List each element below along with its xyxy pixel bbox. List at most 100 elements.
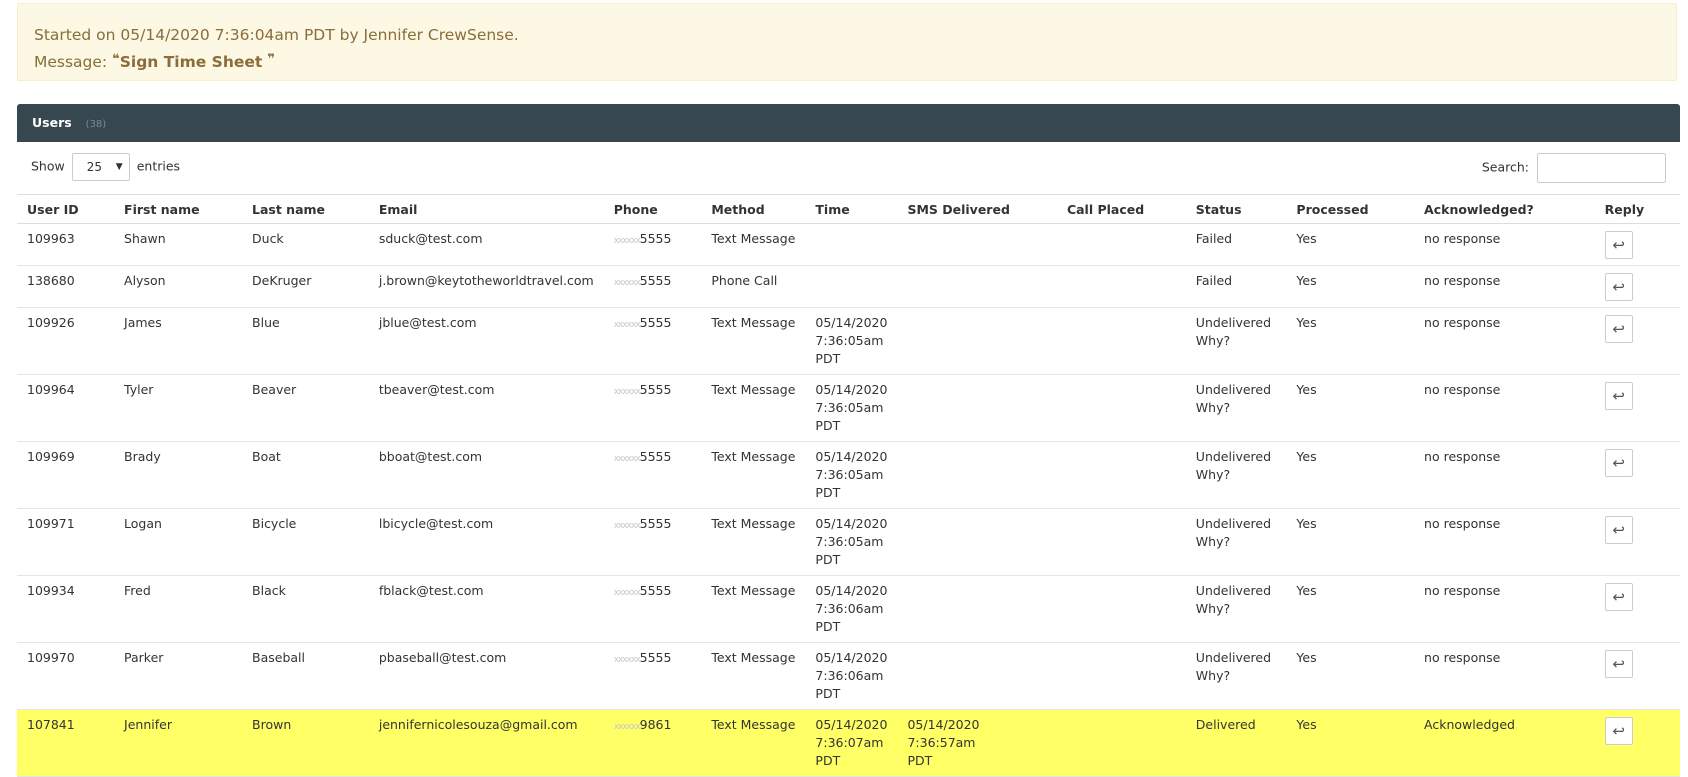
phone-last-digits: 9861 — [639, 717, 672, 732]
reply-button[interactable]: ↩ — [1604, 717, 1633, 745]
cell-call-placed — [1056, 441, 1186, 509]
time-date: 05/14/2020 — [815, 717, 888, 732]
col-status[interactable]: Status — [1185, 194, 1287, 224]
cell-processed: Yes — [1286, 374, 1415, 442]
cell-method: Text Message — [701, 307, 806, 375]
why-link[interactable]: Why? — [1196, 332, 1277, 350]
phone-last-digits: 5555 — [639, 382, 672, 397]
col-time[interactable]: Time — [805, 194, 898, 224]
time-clock: 7:36:06am — [815, 668, 884, 683]
cell-first-name: Alyson — [114, 265, 243, 308]
cell-call-placed — [1056, 374, 1186, 442]
time-date: 05/14/2020 — [815, 449, 888, 464]
reply-button[interactable]: ↩ — [1604, 650, 1633, 678]
cell-acknowledged: Acknowledged — [1414, 709, 1595, 777]
cell-processed: Yes — [1286, 441, 1415, 509]
time-date: 05/14/2020 — [815, 650, 888, 665]
cell-time — [805, 265, 898, 308]
col-last-name[interactable]: Last name — [242, 194, 369, 224]
table-row: 109970 Parker Baseball pbaseball@test.co… — [17, 642, 1680, 710]
status-text: Undelivered — [1195, 449, 1272, 464]
cell-sms-delivered — [897, 307, 1057, 375]
cell-email: pbaseball@test.com — [368, 642, 604, 710]
cell-acknowledged: no response — [1414, 307, 1595, 375]
cell-user-id: 109964 — [17, 374, 115, 442]
phone-mask: xxxxxx — [613, 655, 641, 665]
phone-mask: xxxxxx — [613, 320, 641, 330]
cell-method: Text Message — [701, 374, 806, 442]
cell-method: Text Message — [701, 508, 806, 576]
cell-reply: ↩ — [1594, 223, 1680, 266]
cell-last-name: Boat — [242, 441, 369, 509]
cell-phone: xxxxxx5555 — [603, 374, 702, 442]
cell-processed: Yes — [1286, 508, 1415, 576]
why-link[interactable]: Why? — [1196, 399, 1277, 417]
col-call-placed[interactable]: Call Placed — [1056, 194, 1186, 224]
cell-acknowledged: no response — [1414, 575, 1595, 643]
cell-reply: ↩ — [1594, 265, 1680, 308]
status-text: Undelivered — [1195, 516, 1272, 531]
cell-last-name: Blue — [242, 307, 369, 375]
phone-mask: xxxxxx — [613, 521, 641, 531]
phone-last-digits: 5555 — [639, 650, 672, 665]
col-user-id[interactable]: User ID — [17, 194, 115, 224]
time-zone: PDT — [815, 351, 841, 366]
col-method[interactable]: Method — [701, 194, 806, 224]
reply-icon: ↩ — [1612, 387, 1625, 405]
message-line: Message: ❝Sign Time Sheet ❞ — [34, 49, 1660, 76]
cell-reply: ↩ — [1594, 709, 1680, 777]
entries-label: entries — [136, 158, 181, 174]
cell-acknowledged: no response — [1414, 508, 1595, 576]
cell-method: Text Message — [701, 575, 806, 643]
cell-last-name: DeKruger — [242, 265, 369, 308]
cell-user-id: 109963 — [17, 223, 115, 266]
col-phone[interactable]: Phone — [603, 194, 702, 224]
time-clock: 7:36:05am — [815, 400, 884, 415]
cell-sms-delivered — [897, 441, 1057, 509]
cell-phone: xxxxxx5555 — [603, 508, 702, 576]
cell-call-placed — [1056, 642, 1186, 710]
why-link[interactable]: Why? — [1196, 533, 1277, 551]
cell-last-name: Black — [242, 575, 369, 643]
reply-button[interactable]: ↩ — [1604, 449, 1633, 477]
reply-button[interactable]: ↩ — [1604, 516, 1633, 544]
cell-processed: Yes — [1286, 709, 1415, 777]
cell-status: Undelivered Why? — [1185, 374, 1287, 442]
cell-user-id: 109970 — [17, 642, 115, 710]
phone-mask: xxxxxx — [613, 387, 641, 397]
search-input[interactable] — [1537, 153, 1666, 183]
col-email[interactable]: Email — [368, 194, 604, 224]
reply-icon: ↩ — [1612, 278, 1625, 296]
cell-call-placed — [1056, 307, 1186, 375]
cell-reply: ↩ — [1594, 441, 1680, 509]
time-zone: PDT — [815, 552, 841, 567]
cell-method: Text Message — [701, 642, 806, 710]
reply-button[interactable]: ↩ — [1604, 382, 1633, 410]
table-row: 107841 Jennifer Brown jennifernicolesouz… — [17, 709, 1680, 777]
col-acknowledged[interactable]: Acknowledged? — [1414, 194, 1595, 224]
search-label: Search: — [1481, 159, 1530, 175]
why-link[interactable]: Why? — [1196, 667, 1277, 685]
entries-select[interactable]: 25 ▼ — [71, 153, 130, 181]
cell-status: Delivered — [1185, 709, 1287, 777]
time-zone: PDT — [815, 686, 841, 701]
reply-button[interactable]: ↩ — [1604, 315, 1633, 343]
col-sms-delivered[interactable]: SMS Delivered — [897, 194, 1057, 224]
col-first-name[interactable]: First name — [114, 194, 243, 224]
why-link[interactable]: Why? — [1196, 466, 1277, 484]
time-clock: 7:36:05am — [815, 333, 884, 348]
reply-icon: ↩ — [1612, 521, 1625, 539]
reply-button[interactable]: ↩ — [1604, 231, 1633, 259]
col-processed[interactable]: Processed — [1286, 194, 1415, 224]
chevron-down-icon: ▼ — [115, 162, 123, 172]
phone-last-digits: 5555 — [639, 449, 672, 464]
reply-button[interactable]: ↩ — [1604, 583, 1633, 611]
cell-last-name: Brown — [242, 709, 369, 777]
phone-mask: xxxxxx — [613, 454, 641, 464]
why-link[interactable]: Why? — [1196, 600, 1277, 618]
message-text: Sign Time Sheet — [119, 53, 263, 71]
cell-sms-delivered — [897, 575, 1057, 643]
status-text: Failed — [1195, 273, 1233, 288]
reply-button[interactable]: ↩ — [1604, 273, 1633, 301]
table-row: 109926 James Blue jblue@test.com xxxxxx5… — [17, 307, 1680, 375]
